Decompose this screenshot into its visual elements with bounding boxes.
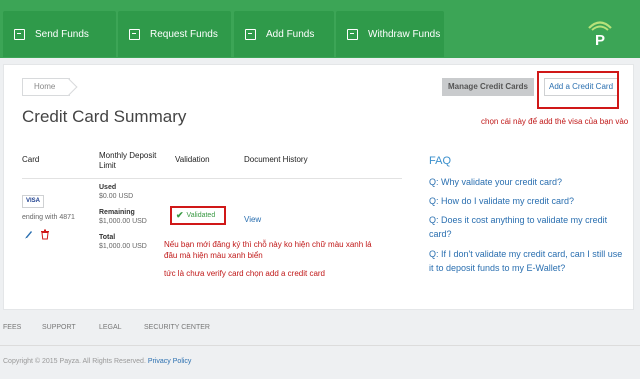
limit-remaining-value: $1,000.00 USD [99, 218, 147, 225]
header-history: Document History [244, 155, 308, 164]
faq-question-4[interactable]: Q: If I don't validate my credit card, c… [429, 247, 625, 275]
nav-add-funds-label: Add Funds [266, 28, 315, 40]
limit-total-value: $1,000.00 USD [99, 243, 147, 250]
send-funds-icon [14, 28, 25, 40]
card-ending: ending with 4871 [22, 214, 75, 221]
visa-card-icon: VISA [22, 195, 44, 208]
nav-request-funds[interactable]: Request Funds [118, 11, 231, 57]
page-title: Credit Card Summary [22, 107, 187, 126]
annotation-verify: tức là chưa verify card chọn add a credi… [164, 269, 326, 278]
top-navigation: Send Funds Request Funds Add Funds Withd… [0, 0, 640, 58]
highlight-box-add-card [537, 71, 619, 109]
privacy-policy-link[interactable]: Privacy Policy [148, 358, 192, 365]
payza-logo-icon[interactable]: P [584, 18, 616, 50]
limit-remaining-label: Remaining [99, 209, 135, 216]
footer-divider [0, 345, 640, 346]
header-validation: Validation [175, 155, 210, 164]
faq-title: FAQ [429, 155, 452, 167]
faq-question-3[interactable]: Q: Does it cost anything to validate my … [429, 213, 619, 241]
nav-withdraw-funds-label: Withdraw Funds [368, 28, 441, 40]
limit-remaining: Remaining $1,000.00 USD [99, 208, 147, 226]
limit-total-label: Total [99, 234, 116, 241]
limit-used-value: $0.00 USD [99, 193, 134, 200]
limit-used-label: Used [99, 184, 117, 191]
delete-trash-icon[interactable] [40, 229, 50, 240]
nav-request-funds-label: Request Funds [150, 28, 218, 40]
breadcrumb-home[interactable]: Home [22, 78, 71, 96]
header-divider [22, 178, 402, 179]
validation-status-badge: ✔ Validated [170, 206, 226, 225]
request-funds-icon [129, 28, 140, 40]
add-funds-icon [245, 28, 256, 40]
copyright-text: Copyright © 2015 Payza. All Rights Reser… [3, 358, 146, 365]
nav-withdraw-funds[interactable]: Withdraw Funds [336, 11, 444, 57]
copyright: Copyright © 2015 Payza. All Rights Reser… [3, 358, 191, 365]
footer-link-legal[interactable]: LEGAL [99, 324, 122, 331]
svg-text:P: P [595, 32, 605, 49]
header-limit: Monthly Deposit Limit [99, 151, 157, 170]
faq-question-2[interactable]: Q: How do I validate my credit card? [429, 194, 629, 208]
manage-credit-cards-button[interactable]: Manage Credit Cards [442, 78, 534, 96]
nav-send-funds-label: Send Funds [35, 28, 89, 40]
edit-pencil-icon[interactable] [24, 229, 34, 240]
view-document-history-link[interactable]: View [244, 215, 261, 224]
limit-used: Used $0.00 USD [99, 183, 133, 201]
header-card: Card [22, 155, 40, 164]
limit-total: Total $1,000.00 USD [99, 233, 147, 251]
footer-link-security[interactable]: SECURITY CENTER [144, 324, 210, 331]
annotation-validated: Nếu bạn mới đăng ký thì chỗ này ko hiện … [164, 240, 372, 260]
footer-link-support[interactable]: SUPPORT [42, 324, 76, 331]
faq-question-1[interactable]: Q: Why validate your credit card? [429, 175, 629, 189]
withdraw-funds-icon [347, 28, 358, 40]
annotation-add-card: chọn cái này để add thẻ visa của bạn vào [481, 117, 629, 126]
nav-add-funds[interactable]: Add Funds [234, 11, 334, 57]
footer-link-fees[interactable]: FEES [3, 324, 21, 331]
main-panel: Home Credit Card Summary Manage Credit C… [3, 64, 634, 310]
nav-send-funds[interactable]: Send Funds [3, 11, 116, 57]
check-icon: ✔ [176, 210, 184, 220]
validation-status-label: Validated [186, 212, 216, 219]
